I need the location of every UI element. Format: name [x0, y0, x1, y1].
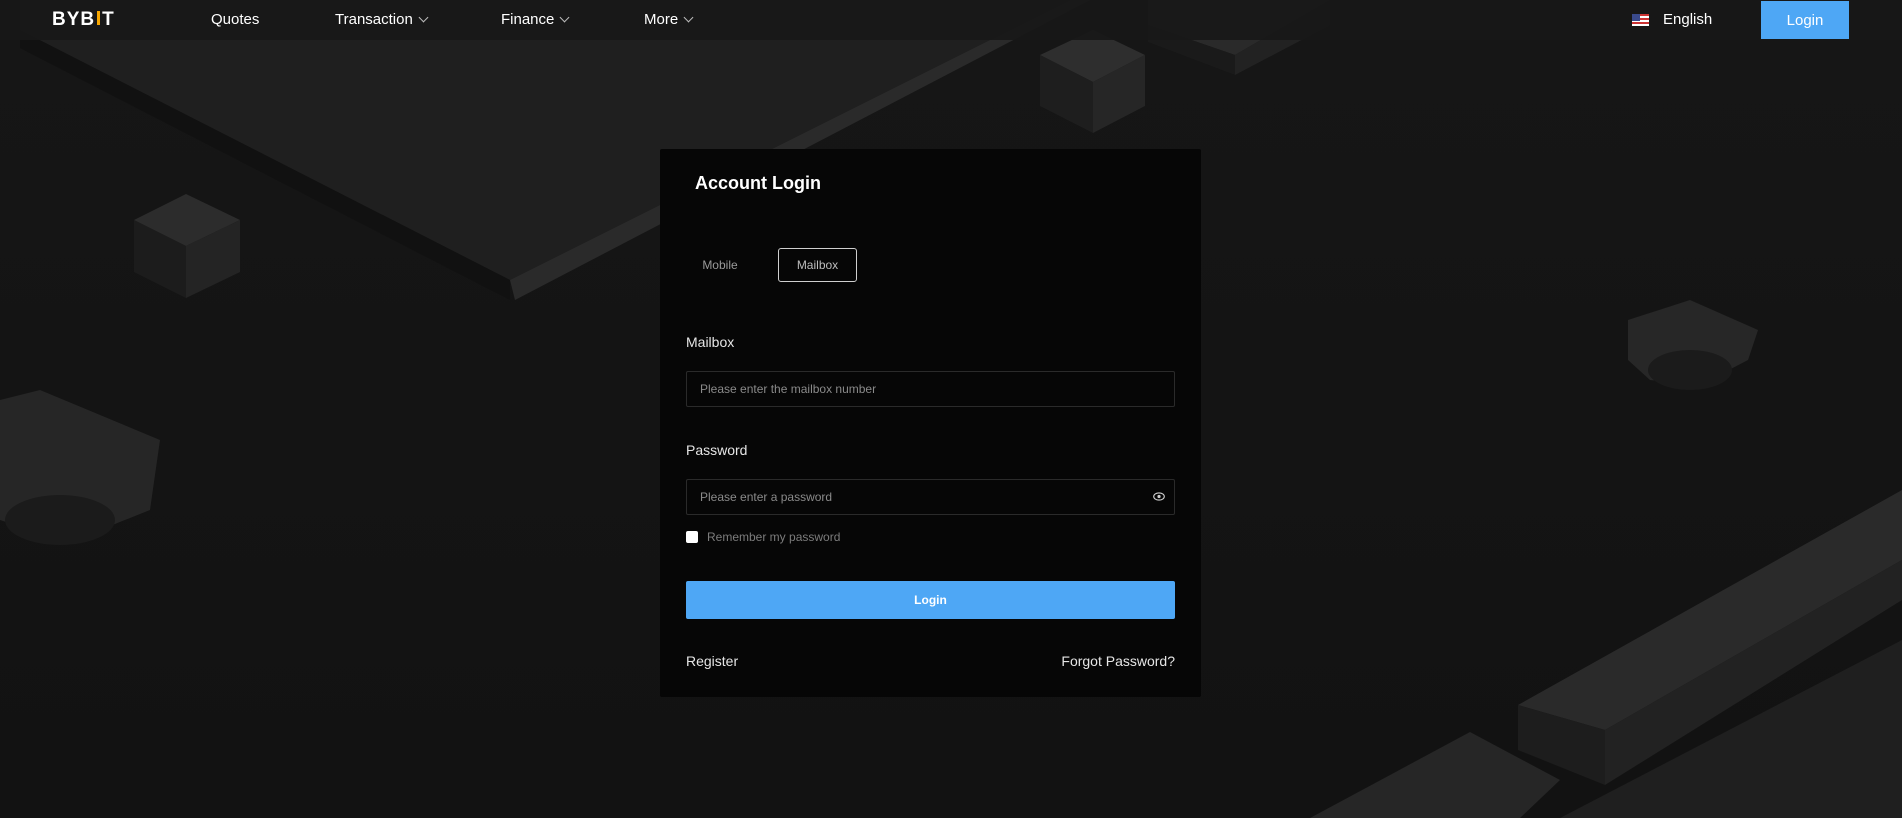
- remember-label: Remember my password: [707, 530, 841, 544]
- chevron-down-icon: [418, 12, 429, 23]
- mailbox-field: [686, 371, 1175, 407]
- nav-more-label: More: [644, 11, 679, 28]
- bybit-logo[interactable]: BYB T: [52, 9, 115, 31]
- language-selector[interactable]: English: [1632, 11, 1712, 28]
- nav-more[interactable]: More: [644, 11, 694, 28]
- mailbox-label: Mailbox: [686, 334, 735, 350]
- nav-quotes-label: Quotes: [211, 11, 260, 28]
- password-field: [686, 479, 1175, 515]
- login-card: Account Login Mobile Mailbox Mailbox Pas…: [660, 149, 1201, 697]
- nav-transaction-label: Transaction: [335, 11, 413, 28]
- top-nav: BYB T Quotes Transaction Finance More En…: [0, 0, 1902, 40]
- tab-mailbox[interactable]: Mailbox: [778, 248, 857, 282]
- header-login-button[interactable]: Login: [1761, 1, 1849, 39]
- login-submit-button[interactable]: Login: [686, 581, 1175, 619]
- chevron-down-icon: [683, 12, 694, 23]
- eye-icon[interactable]: [1153, 492, 1165, 501]
- logo-text-left: BYB: [52, 9, 96, 30]
- nav-finance[interactable]: Finance: [501, 11, 570, 28]
- remember-checkbox[interactable]: [686, 531, 698, 543]
- nav-quotes[interactable]: Quotes: [211, 11, 259, 28]
- nav-finance-label: Finance: [501, 11, 555, 28]
- register-link[interactable]: Register: [686, 653, 738, 669]
- password-input[interactable]: [687, 480, 1174, 514]
- login-title: Account Login: [695, 173, 821, 193]
- nav-transaction[interactable]: Transaction: [335, 11, 429, 28]
- tab-mobile[interactable]: Mobile: [686, 248, 754, 282]
- logo-text-right: T: [102, 9, 115, 30]
- login-page: BYB T Quotes Transaction Finance More En…: [0, 0, 1902, 818]
- us-flag-icon: [1632, 13, 1649, 26]
- logo-accent-bar: [97, 11, 101, 25]
- remember-row: Remember my password: [686, 530, 840, 544]
- forgot-password-link[interactable]: Forgot Password?: [1061, 653, 1175, 669]
- chevron-down-icon: [559, 12, 570, 23]
- mailbox-input[interactable]: [687, 372, 1174, 406]
- password-label: Password: [686, 442, 748, 458]
- language-label: English: [1663, 11, 1713, 28]
